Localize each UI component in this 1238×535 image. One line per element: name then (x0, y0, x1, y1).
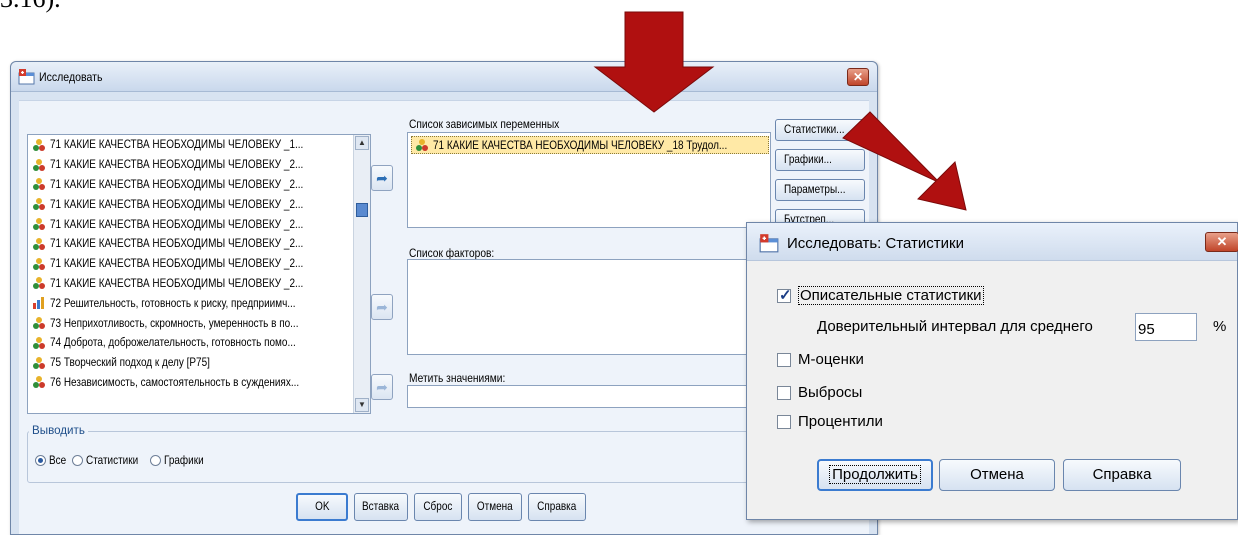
source-item-label: 71 КАКИЕ КАЧЕСТВА НЕОБХОДИМЫ ЧЕЛОВЕКУ _2… (50, 257, 304, 271)
source-item-label: 72 Решительность, готовность к риску, пр… (50, 296, 296, 310)
nominal-variable-icon (33, 317, 45, 330)
label-cases-label: Метить значениями: (409, 372, 506, 385)
source-item-label: 76 Независимость, самостоятельность в су… (50, 375, 300, 389)
nominal-variable-icon (33, 218, 45, 231)
options-button[interactable]: Параметры... (775, 179, 865, 201)
source-list-item[interactable]: 71 КАКИЕ КАЧЕСТВА НЕОБХОДИМЫ ЧЕЛОВЕКУ _2… (28, 175, 370, 195)
dependent-variable-list[interactable]: 71 КАКИЕ КАЧЕСТВА НЕОБХОДИМЫ ЧЕЛОВЕКУ _1… (407, 132, 771, 228)
m-estimators-option[interactable]: М-оценки (777, 351, 864, 368)
display-both-label[interactable]: Все (49, 454, 66, 467)
window-title: Исследовать (39, 70, 103, 84)
display-both-radio[interactable] (35, 455, 46, 466)
display-group-label: Выводить (29, 424, 88, 437)
plots-button[interactable]: Графики... (775, 149, 865, 171)
source-list-item[interactable]: 73 Неприхотливость, скромность, умеренно… (28, 313, 370, 333)
source-list-item[interactable]: 71 КАКИЕ КАЧЕСТВА НЕОБХОДИМЫ ЧЕЛОВЕКУ _2… (28, 254, 370, 274)
source-list-item[interactable]: 71 КАКИЕ КАЧЕСТВА НЕОБХОДИМЫ ЧЕЛОВЕКУ _2… (28, 194, 370, 214)
display-statistics-label[interactable]: Статистики (86, 454, 138, 467)
spss-app-icon (759, 234, 779, 253)
nominal-variable-icon (33, 138, 45, 151)
source-item-label: 71 КАКИЕ КАЧЕСТВА НЕОБХОДИМЫ ЧЕЛОВЕКУ _2… (50, 237, 304, 251)
source-list-item[interactable]: 71 КАКИЕ КАЧЕСТВА НЕОБХОДИМЫ ЧЕЛОВЕКУ _2… (28, 155, 370, 175)
outliers-option[interactable]: Выбросы (777, 384, 862, 401)
source-item-label: 75 Творческий подход к делу [P75] (50, 356, 210, 370)
nominal-variable-icon (33, 237, 45, 250)
cancel-button[interactable]: Отмена (468, 493, 522, 521)
move-to-factors-button[interactable]: ➦ (371, 294, 393, 320)
source-item-label: 71 КАКИЕ КАЧЕСТВА НЕОБХОДИМЫ ЧЕЛОВЕКУ _2… (50, 276, 304, 290)
scrollbar-thumb[interactable] (356, 203, 368, 217)
descriptives-label[interactable]: Описательные статистики (798, 286, 984, 305)
move-to-label-cases-button[interactable]: ➦ (371, 374, 393, 400)
cancel-button[interactable]: Отмена (939, 459, 1055, 491)
source-list-scrollbar[interactable]: ▲ ▼ (353, 135, 370, 413)
statistics-button[interactable]: Статистики... (775, 119, 865, 141)
help-button[interactable]: Справка (1063, 459, 1181, 491)
percentiles-option[interactable]: Процентили (777, 413, 883, 430)
source-item-label: 71 КАКИЕ КАЧЕСТВА НЕОБХОДИМЫ ЧЕЛОВЕКУ _1… (50, 138, 304, 152)
confidence-interval-label: Доверительный интервал для среднего (817, 318, 1093, 335)
help-button[interactable]: Справка (528, 493, 586, 521)
label-cases-field[interactable] (407, 385, 771, 408)
source-list-item[interactable]: 71 КАКИЕ КАЧЕСТВА НЕОБХОДИМЫ ЧЕЛОВЕКУ _1… (28, 135, 370, 155)
nominal-variable-icon (33, 257, 45, 270)
source-item-label: 71 КАКИЕ КАЧЕСТВА НЕОБХОДИМЫ ЧЕЛОВЕКУ _2… (50, 217, 304, 231)
m-estimators-checkbox[interactable] (777, 352, 791, 367)
source-item-label: 71 КАКИЕ КАЧЕСТВА НЕОБХОДИМЫ ЧЕЛОВЕКУ _2… (50, 158, 304, 172)
display-statistics-radio[interactable] (71, 455, 83, 466)
nominal-variable-icon (33, 277, 45, 290)
ok-button[interactable]: OK (296, 493, 348, 521)
confidence-interval-input[interactable] (1135, 313, 1197, 341)
close-button[interactable]: ✕ (1205, 232, 1238, 252)
source-list-item[interactable]: 75 Творческий подход к делу [P75] (28, 353, 370, 373)
m-estimators-label[interactable]: М-оценки (798, 351, 864, 368)
nominal-variable-icon (33, 376, 45, 389)
percent-sign: % (1213, 318, 1227, 335)
source-item-label: 71 КАКИЕ КАЧЕСТВА НЕОБХОДИМЫ ЧЕЛОВЕКУ _2… (50, 197, 304, 211)
source-list-item[interactable]: 71 КАКИЕ КАЧЕСТВА НЕОБХОДИМЫ ЧЕЛОВЕКУ _2… (28, 274, 370, 294)
reset-button[interactable]: Сброс (414, 493, 462, 521)
outliers-checkbox[interactable] (777, 385, 791, 400)
explore-dialog-titlebar[interactable]: Исследовать ✕ (11, 62, 877, 92)
scroll-up-arrow[interactable]: ▲ (355, 136, 369, 150)
descriptives-checkbox[interactable] (777, 286, 792, 304)
source-list-item[interactable]: 72 Решительность, готовность к риску, пр… (28, 293, 370, 313)
dependent-list-label: Список зависимых переменных (409, 118, 560, 131)
source-item-label: 74 Доброта, доброжелательность, готовнос… (50, 336, 296, 350)
statistics-dialog-title: Исследовать: Статистики (787, 235, 964, 252)
continue-button[interactable]: Продолжить (817, 459, 933, 491)
display-plots-label[interactable]: Графики (164, 454, 204, 467)
source-variable-list[interactable]: 71 КАКИЕ КАЧЕСТВА НЕОБХОДИМЫ ЧЕЛОВЕКУ _1… (27, 134, 371, 414)
nominal-variable-icon (416, 139, 428, 151)
dependent-item-label: 71 КАКИЕ КАЧЕСТВА НЕОБХОДИМЫ ЧЕЛОВЕКУ _1… (433, 138, 728, 152)
dependent-list-item[interactable]: 71 КАКИЕ КАЧЕСТВА НЕОБХОДИМЫ ЧЕЛОВЕКУ _1… (411, 136, 769, 154)
paste-button[interactable]: Вставка (354, 493, 408, 521)
nominal-variable-icon (33, 198, 45, 211)
source-item-label: 71 КАКИЕ КАЧЕСТВА НЕОБХОДИМЫ ЧЕЛОВЕКУ _2… (50, 177, 304, 191)
scroll-down-arrow[interactable]: ▼ (355, 398, 369, 412)
display-options: Все Статистики Графики (35, 454, 204, 467)
source-list-item[interactable]: 74 Доброта, доброжелательность, готовнос… (28, 333, 370, 353)
spss-app-icon (18, 69, 35, 85)
source-list-item[interactable]: 76 Независимость, самостоятельность в су… (28, 373, 370, 393)
descriptives-option[interactable]: Описательные статистики (777, 286, 984, 305)
source-list-item[interactable]: 71 КАКИЕ КАЧЕСТВА НЕОБХОДИМЫ ЧЕЛОВЕКУ _2… (28, 214, 370, 234)
move-to-dependent-button[interactable]: ➦ (371, 165, 393, 191)
percentiles-label[interactable]: Процентили (798, 413, 883, 430)
background-document-text: 3.16). (0, 0, 61, 14)
percentiles-checkbox[interactable] (777, 414, 791, 429)
source-list-item[interactable]: 71 КАКИЕ КАЧЕСТВА НЕОБХОДИМЫ ЧЕЛОВЕКУ _2… (28, 234, 370, 254)
statistics-dialog-titlebar[interactable]: Исследовать: Статистики ✕ (747, 223, 1238, 261)
outliers-label[interactable]: Выбросы (798, 384, 862, 401)
nominal-variable-icon (33, 158, 45, 171)
nominal-variable-icon (33, 178, 45, 191)
factor-list[interactable] (407, 259, 771, 355)
scale-variable-icon (33, 297, 44, 310)
explore-statistics-dialog: Исследовать: Статистики ✕ Описательные с… (746, 222, 1238, 520)
nominal-variable-icon (33, 336, 45, 349)
nominal-variable-icon (33, 356, 45, 369)
display-plots-radio[interactable] (149, 455, 161, 466)
source-item-label: 73 Неприхотливость, скромность, умеренно… (50, 316, 299, 330)
close-button[interactable]: ✕ (847, 68, 869, 86)
